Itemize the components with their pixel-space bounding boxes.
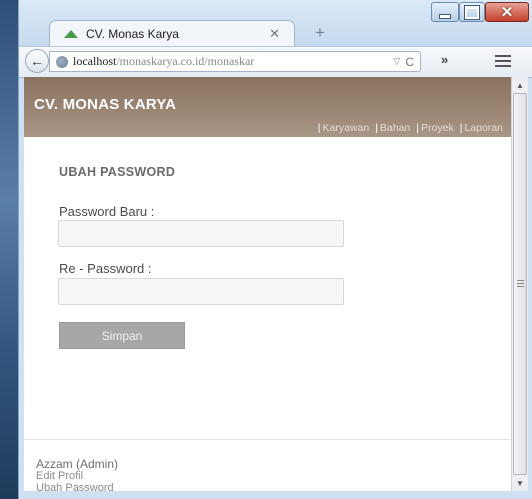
nav-item-laporan[interactable]: | Laporan: [460, 122, 503, 134]
edit-profile-link[interactable]: Edit Profil: [36, 470, 83, 482]
browser-window: ✕ CV. Monas Karya ✕ + ← localhost/monask…: [18, 0, 532, 499]
triangle-icon: [64, 27, 78, 41]
hamburger-menu-icon[interactable]: [495, 55, 511, 67]
site-footer: Azzam (Admin) Edit Profil Ubah Password: [24, 439, 511, 491]
site-brand: CV. MONAS KARYA: [34, 96, 177, 113]
toolbar-overflow-button[interactable]: »: [441, 52, 448, 67]
close-window-button[interactable]: ✕: [485, 2, 529, 22]
nav-item-proyek[interactable]: | Proyek: [416, 122, 453, 134]
maximize-icon: [464, 4, 480, 20]
tab-close-icon[interactable]: ✕: [269, 26, 280, 42]
scrollbar-thumb[interactable]: [513, 93, 527, 475]
site-header: CV. MONAS KARYA | Karyawan | Bahan | Proyek…: [24, 77, 511, 137]
site-nav: | Karyawan | Bahan | Proyek | Laporan: [318, 122, 503, 134]
desktop-background: [0, 0, 18, 499]
url-path: /monaskarya.co.id/monaskar: [116, 54, 255, 68]
password-field[interactable]: [58, 220, 344, 247]
navigation-bar: ← localhost/monaskarya.co.id/monaskar ▽ …: [19, 46, 532, 78]
address-bar[interactable]: localhost/monaskarya.co.id/monaskar ▽ C: [49, 51, 421, 72]
password-label: Password Baru :: [59, 204, 155, 219]
change-password-link[interactable]: Ubah Password: [36, 482, 114, 491]
vertical-scrollbar[interactable]: ▲ ▼: [511, 77, 528, 491]
scroll-up-icon[interactable]: ▲: [514, 79, 526, 91]
back-arrow-icon: ←: [30, 53, 44, 69]
url-host: localhost: [73, 54, 117, 68]
repassword-label: Re - Password :: [59, 261, 152, 276]
scroll-down-icon[interactable]: ▼: [514, 477, 526, 489]
title-bar: ✕ CV. Monas Karya ✕ +: [19, 0, 532, 46]
history-dropdown-icon[interactable]: ▽: [393, 56, 400, 67]
tab-monas-karya[interactable]: CV. Monas Karya ✕: [49, 20, 295, 46]
footer-user: Azzam (Admin): [36, 457, 119, 471]
page-content: CV. MONAS KARYA | Karyawan | Bahan | Proyek…: [24, 77, 511, 491]
minimize-button[interactable]: [431, 2, 459, 22]
maximize-button[interactable]: [459, 2, 485, 22]
nav-item-karyawan[interactable]: | Karyawan: [318, 122, 369, 134]
minimize-icon: [439, 13, 451, 19]
reload-icon[interactable]: C: [405, 55, 414, 69]
close-icon: ✕: [500, 3, 514, 21]
grip-icon: [517, 280, 524, 287]
nav-item-bahan[interactable]: | Bahan: [375, 122, 410, 134]
page-title: UBAH PASSWORD: [59, 165, 176, 179]
new-tab-button[interactable]: +: [315, 24, 325, 41]
tab-title: CV. Monas Karya: [86, 26, 179, 41]
repassword-field[interactable]: [58, 278, 344, 305]
save-button[interactable]: Simpan: [59, 322, 185, 349]
globe-icon: [56, 55, 68, 68]
back-button[interactable]: ←: [25, 49, 49, 73]
